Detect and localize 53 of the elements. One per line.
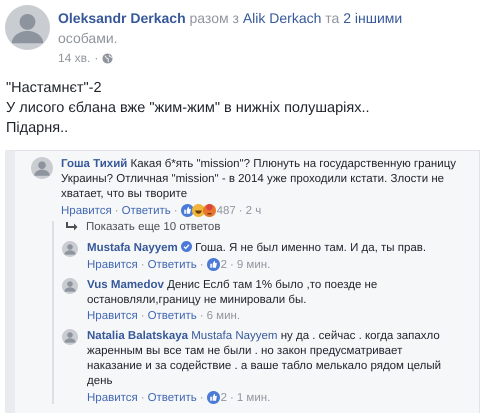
commenter-name-link[interactable]: Natalia Balatskaya [87, 330, 188, 342]
separator-dot: · [238, 204, 243, 216]
separator-dot: · [114, 204, 119, 216]
separator-dot: · [140, 392, 145, 404]
commenter-avatar[interactable] [62, 241, 78, 257]
comment-text: Mustafa Nayyem Гоша. Я не был именно там. И да, ты прав. [87, 241, 428, 256]
comment-action-link[interactable]: Ответить [148, 310, 197, 322]
reply-arrow-icon [66, 222, 78, 232]
separator-dot: · [140, 310, 145, 322]
separator-dot: · [230, 392, 234, 404]
comment-time[interactable]: 6 мин. [206, 310, 240, 322]
commenter-avatar[interactable] [62, 278, 78, 294]
commenter-name-link[interactable]: Vus Mamedov [87, 279, 164, 291]
separator-dot: · [174, 204, 178, 216]
comment-action-link[interactable]: Нравится [61, 204, 112, 216]
author-link[interactable]: Oleksandr Derkach [58, 10, 186, 26]
post-header-text: Oleksandr Derkach разом з Alik Derkach та 2 іншими особами. [58, 9, 404, 48]
comment-text: Гоша Тихий Какая б*ять "mission"? Плюнуть на государственную границу Украины? Отличная "mission" - в 2014 уже проходили кстати. Злости не хватает, что вы творите [61, 157, 458, 202]
comment-action-link[interactable]: Нравится [87, 310, 138, 322]
comment-action-link[interactable]: Нравится [87, 392, 138, 404]
reaction-count[interactable]: 2 [220, 258, 227, 270]
reaction-count[interactable]: 2 [220, 392, 227, 404]
post-text-line: У лисого єблана вже "жим-жим" в нижніх полушаріях.. [6, 99, 371, 118]
comment-text: Vus Mamedov Денис Еслб там 1% было ,то поезде не остановляли,границу не минировали бы. [87, 278, 378, 308]
others-link[interactable]: 2 іншими [343, 10, 402, 26]
post-time[interactable]: 14 хв. [58, 51, 90, 65]
commenter-avatar[interactable] [62, 329, 78, 345]
mention-link[interactable]: Mustafa Nayyem [191, 330, 278, 342]
commenter-avatar[interactable] [31, 157, 53, 179]
more-replies-link[interactable]: Показать еще 10 ответов [86, 221, 220, 233]
comment-text: Natalia Balatskaya Mustafa Nayyem ну да . сейчас . когда запахло жаренным вы все там не были . но закон предусматривает наказание и за содействие . а ваше табло мелькало рядом целый день [87, 329, 442, 389]
separator-dot: · [140, 258, 145, 270]
separator-dot: · [230, 258, 234, 270]
comment-action-link[interactable]: Ответить [122, 204, 171, 216]
commenter-name-link[interactable]: Mustafa Nayyem [87, 242, 192, 254]
tagged-link[interactable]: Alik Derkach [242, 10, 322, 26]
post-text-line: Підарня.. [6, 119, 70, 138]
comment-time[interactable]: 2 ч [246, 204, 262, 216]
reaction-count[interactable]: 487 [216, 204, 236, 216]
post-text-line: "Настамнєт"-2 [6, 79, 103, 98]
verified-badge-icon [180, 241, 192, 252]
comment-action-link[interactable]: Ответить [148, 258, 197, 270]
profile-avatar[interactable] [5, 5, 50, 50]
comment-time[interactable]: 9 мин. [236, 258, 270, 270]
separator-dot: · [200, 258, 204, 270]
commenter-name-link[interactable]: Гоша Тихий [61, 158, 128, 170]
comment-action-link[interactable]: Нравится [87, 258, 138, 270]
separator-dot: · [200, 392, 204, 404]
separator-dot: · [200, 310, 204, 322]
globe-icon[interactable] [102, 52, 114, 64]
comment-time[interactable]: 1 мин. [236, 392, 270, 404]
comment-action-link[interactable]: Ответить [148, 392, 197, 404]
separator-dot: · [94, 51, 98, 65]
